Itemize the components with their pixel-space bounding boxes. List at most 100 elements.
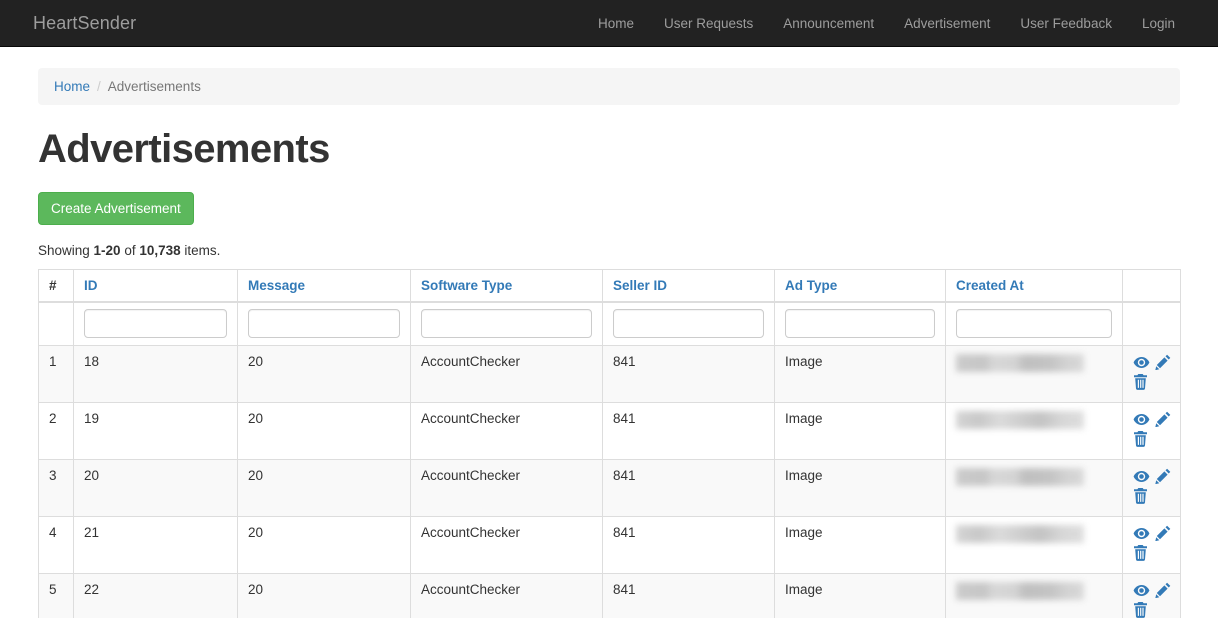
table-row[interactable]: 5 22 20 AccountChecker 841 Image bbox=[38, 573, 1181, 618]
cell-message: 20 bbox=[237, 516, 411, 574]
edit-icon[interactable] bbox=[1155, 582, 1171, 598]
cell-software-type: AccountChecker bbox=[410, 402, 603, 460]
filter-input-created-at[interactable] bbox=[956, 309, 1112, 338]
delete-icon[interactable] bbox=[1133, 374, 1148, 390]
delete-icon[interactable] bbox=[1133, 431, 1148, 447]
cell-ad-type: Image bbox=[774, 402, 946, 460]
sort-link-message[interactable]: Message bbox=[248, 278, 305, 293]
sort-link-seller-id[interactable]: Seller ID bbox=[613, 278, 667, 293]
view-icon[interactable] bbox=[1133, 469, 1150, 484]
cell-id: 21 bbox=[73, 516, 238, 574]
cell-actions bbox=[1122, 459, 1181, 517]
action-icons-secondary bbox=[1133, 374, 1170, 390]
cell-ad-type: Image bbox=[774, 345, 946, 403]
cell-ad-type: Image bbox=[774, 516, 946, 574]
edit-icon[interactable] bbox=[1155, 525, 1171, 541]
filter-input-ad-type[interactable] bbox=[785, 309, 935, 338]
navbar-links: Home User Requests Announcement Advertis… bbox=[583, 0, 1190, 46]
sort-link-id[interactable]: ID bbox=[84, 278, 98, 293]
cell-actions bbox=[1122, 402, 1181, 460]
results-summary: Showing 1-20 of 10,738 items. bbox=[38, 241, 1180, 260]
cell-number: 5 bbox=[38, 573, 74, 618]
table-row[interactable]: 2 19 20 AccountChecker 841 Image bbox=[38, 402, 1181, 460]
cell-id: 22 bbox=[73, 573, 238, 618]
create-advertisement-button[interactable]: Create Advertisement bbox=[38, 192, 194, 225]
table-header-row: # ID Message Software Type Seller ID Ad … bbox=[38, 269, 1181, 303]
cell-number: 2 bbox=[38, 402, 74, 460]
action-icons bbox=[1133, 525, 1171, 541]
header-message: Message bbox=[237, 269, 411, 303]
cell-seller-id: 841 bbox=[602, 402, 775, 460]
filter-input-message[interactable] bbox=[248, 309, 400, 338]
table-head: # ID Message Software Type Seller ID Ad … bbox=[38, 269, 1181, 346]
edit-icon[interactable] bbox=[1155, 411, 1171, 427]
page-title: Advertisements bbox=[38, 127, 330, 171]
nav-item-home[interactable]: Home bbox=[583, 0, 649, 46]
header-actions bbox=[1122, 269, 1181, 303]
cell-actions bbox=[1122, 345, 1181, 403]
breadcrumb-separator: / bbox=[97, 79, 101, 94]
nav-item-announcement[interactable]: Announcement bbox=[768, 0, 889, 46]
cell-seller-id: 841 bbox=[602, 573, 775, 618]
nav-item-advertisement[interactable]: Advertisement bbox=[889, 0, 1005, 46]
filter-row bbox=[38, 301, 1181, 346]
cell-ad-type: Image bbox=[774, 459, 946, 517]
view-icon[interactable] bbox=[1133, 526, 1150, 541]
cell-actions bbox=[1122, 573, 1181, 618]
filter-cell-actions bbox=[1122, 301, 1181, 346]
edit-icon[interactable] bbox=[1155, 468, 1171, 484]
redacted-value bbox=[956, 468, 1084, 486]
nav-item-user-feedback[interactable]: User Feedback bbox=[1005, 0, 1127, 46]
cell-created-at bbox=[945, 345, 1123, 403]
delete-icon[interactable] bbox=[1133, 488, 1148, 504]
view-icon[interactable] bbox=[1133, 583, 1150, 598]
cell-seller-id: 841 bbox=[602, 516, 775, 574]
filter-cell-software-type bbox=[410, 301, 603, 346]
filter-input-seller-id[interactable] bbox=[613, 309, 764, 338]
view-icon[interactable] bbox=[1133, 412, 1150, 427]
top-navbar: HeartSender Home User Requests Announcem… bbox=[0, 0, 1218, 47]
redacted-value bbox=[956, 411, 1084, 429]
delete-icon[interactable] bbox=[1133, 602, 1148, 618]
table-body: 1 18 20 AccountChecker 841 Image 2 19 20… bbox=[38, 345, 1181, 618]
delete-icon[interactable] bbox=[1133, 545, 1148, 561]
table-row[interactable]: 4 21 20 AccountChecker 841 Image bbox=[38, 516, 1181, 574]
filter-cell-ad-type bbox=[774, 301, 946, 346]
table-row[interactable]: 3 20 20 AccountChecker 841 Image bbox=[38, 459, 1181, 517]
filter-input-software-type[interactable] bbox=[421, 309, 592, 338]
action-icons-secondary bbox=[1133, 545, 1170, 561]
table-row[interactable]: 1 18 20 AccountChecker 841 Image bbox=[38, 345, 1181, 403]
cell-message: 20 bbox=[237, 459, 411, 517]
view-icon[interactable] bbox=[1133, 355, 1150, 370]
action-icons bbox=[1133, 411, 1171, 427]
advertisements-grid: # ID Message Software Type Seller ID Ad … bbox=[38, 269, 1181, 618]
breadcrumb-current: Advertisements bbox=[107, 79, 201, 94]
redacted-value bbox=[956, 525, 1084, 543]
nav-item-login[interactable]: Login bbox=[1127, 0, 1190, 46]
cell-id: 20 bbox=[73, 459, 238, 517]
cell-actions bbox=[1122, 516, 1181, 574]
filter-cell-created-at bbox=[945, 301, 1123, 346]
filter-input-id[interactable] bbox=[84, 309, 227, 338]
nav-item-user-requests[interactable]: User Requests bbox=[649, 0, 768, 46]
cell-id: 18 bbox=[73, 345, 238, 403]
header-ad-type: Ad Type bbox=[774, 269, 946, 303]
cell-created-at bbox=[945, 459, 1123, 517]
breadcrumb: Home / Advertisements bbox=[38, 68, 1180, 105]
sort-link-created-at[interactable]: Created At bbox=[956, 278, 1024, 293]
cell-software-type: AccountChecker bbox=[410, 573, 603, 618]
navbar-brand[interactable]: HeartSender bbox=[33, 0, 151, 46]
filter-cell-number bbox=[38, 301, 74, 346]
header-software-type: Software Type bbox=[410, 269, 603, 303]
header-number: # bbox=[38, 269, 74, 303]
cell-number: 1 bbox=[38, 345, 74, 403]
breadcrumb-home[interactable]: Home bbox=[54, 77, 90, 96]
action-icons bbox=[1133, 468, 1171, 484]
sort-link-ad-type[interactable]: Ad Type bbox=[785, 278, 837, 293]
cell-software-type: AccountChecker bbox=[410, 516, 603, 574]
summary-range: 1-20 bbox=[93, 243, 121, 258]
sort-link-software-type[interactable]: Software Type bbox=[421, 278, 512, 293]
edit-icon[interactable] bbox=[1155, 354, 1171, 370]
cell-seller-id: 841 bbox=[602, 459, 775, 517]
summary-suffix: items. bbox=[180, 243, 221, 258]
